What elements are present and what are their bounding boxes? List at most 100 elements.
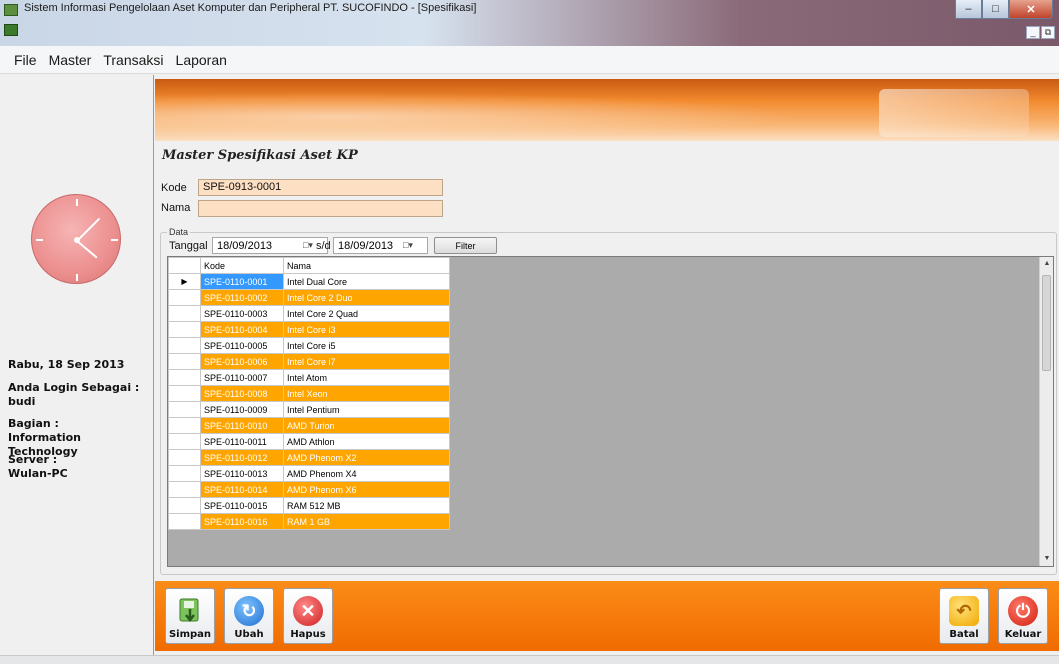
app-icon: [4, 4, 18, 16]
analog-clock-icon: [31, 194, 121, 284]
cell-nama[interactable]: Intel Core i5: [283, 337, 450, 354]
cell-nama[interactable]: Intel Xeon: [283, 385, 450, 402]
data-group-label: Data: [167, 227, 191, 237]
row-header[interactable]: [168, 353, 201, 370]
row-header[interactable]: [168, 289, 201, 306]
cell-nama[interactable]: AMD Turion: [283, 417, 450, 434]
clock-minute-hand: [76, 217, 101, 242]
row-header[interactable]: [168, 513, 201, 530]
table-row[interactable]: SPE-0110-0013 AMD Phenom X4: [168, 465, 450, 482]
cell-nama[interactable]: RAM 512 MB: [283, 497, 450, 514]
row-header[interactable]: [168, 321, 201, 338]
minimize-button[interactable]: –: [955, 0, 982, 19]
row-header[interactable]: [168, 465, 201, 482]
filter-button[interactable]: Filter: [434, 237, 497, 254]
cell-kode[interactable]: SPE-0110-0009: [200, 401, 284, 418]
date-from-picker[interactable]: 18/09/2013 □▾: [212, 237, 328, 254]
title-bar: Sistem Informasi Pengelolaan Aset Komput…: [0, 0, 1059, 46]
cell-nama[interactable]: Intel Core i7: [283, 353, 450, 370]
scroll-up-icon[interactable]: ▲: [1040, 257, 1053, 271]
table-row[interactable]: SPE-0110-0004 Intel Core i3: [168, 321, 450, 338]
table-row[interactable]: SPE-0110-0012 AMD Phenom X2: [168, 449, 450, 466]
cell-kode[interactable]: SPE-0110-0014: [200, 481, 284, 498]
column-header-kode[interactable]: Kode: [200, 257, 284, 274]
cell-nama[interactable]: AMD Phenom X4: [283, 465, 450, 482]
cell-kode[interactable]: SPE-0110-0007: [200, 369, 284, 386]
row-header[interactable]: [168, 449, 201, 466]
cell-nama[interactable]: Intel Core 2 Quad: [283, 305, 450, 322]
cell-kode[interactable]: SPE-0110-0015: [200, 497, 284, 514]
row-header[interactable]: [168, 497, 201, 514]
menu-master[interactable]: Master: [43, 52, 98, 68]
keluar-button[interactable]: ⏻ Keluar: [998, 588, 1048, 644]
cell-kode[interactable]: SPE-0110-0004: [200, 321, 284, 338]
cell-kode[interactable]: SPE-0110-0013: [200, 465, 284, 482]
cell-nama[interactable]: Intel Atom: [283, 369, 450, 386]
cell-kode[interactable]: SPE-0110-0010: [200, 417, 284, 434]
date-to-picker[interactable]: 18/09/2013 □▾: [333, 237, 428, 254]
batal-button[interactable]: ↶ Batal: [939, 588, 989, 644]
cell-kode[interactable]: SPE-0110-0006: [200, 353, 284, 370]
cell-kode[interactable]: SPE-0110-0001: [200, 273, 284, 290]
cell-kode[interactable]: SPE-0110-0003: [200, 305, 284, 322]
cell-kode[interactable]: SPE-0110-0008: [200, 385, 284, 402]
table-row[interactable]: SPE-0110-0005 Intel Core i5: [168, 337, 450, 354]
table-row[interactable]: SPE-0110-0009 Intel Pentium: [168, 401, 450, 418]
cell-nama[interactable]: Intel Pentium: [283, 401, 450, 418]
mdi-restore-button[interactable]: ⧉: [1041, 26, 1055, 39]
cell-kode[interactable]: SPE-0110-0005: [200, 337, 284, 354]
kode-field[interactable]: SPE-0913-0001: [198, 179, 443, 196]
cell-nama[interactable]: RAM 1 GB: [283, 513, 450, 530]
cell-nama[interactable]: AMD Phenom X2: [283, 449, 450, 466]
row-header[interactable]: [168, 401, 201, 418]
clock-center: [74, 237, 80, 243]
scroll-thumb[interactable]: [1042, 275, 1051, 371]
mdi-child-icon[interactable]: [4, 24, 18, 36]
row-header[interactable]: [168, 417, 201, 434]
table-row[interactable]: SPE-0110-0008 Intel Xeon: [168, 385, 450, 402]
data-grid[interactable]: Kode Nama ▶ SPE-0110-0001 Intel Dual Core …: [167, 256, 1054, 567]
table-row[interactable]: SPE-0110-0015 RAM 512 MB: [168, 497, 450, 514]
row-header[interactable]: [168, 337, 201, 354]
table-row[interactable]: SPE-0110-0011 AMD Athlon: [168, 433, 450, 450]
cell-nama[interactable]: Intel Dual Core: [283, 273, 450, 290]
grid-vertical-scrollbar[interactable]: ▲ ▼: [1039, 257, 1053, 566]
row-header[interactable]: [168, 369, 201, 386]
simpan-button[interactable]: Simpan: [165, 588, 215, 644]
table-row[interactable]: SPE-0110-0016 RAM 1 GB: [168, 513, 450, 530]
column-header-nama[interactable]: Nama: [283, 257, 450, 274]
row-header[interactable]: [168, 385, 201, 402]
table-row[interactable]: SPE-0110-0006 Intel Core i7: [168, 353, 450, 370]
row-header[interactable]: [168, 305, 201, 322]
row-header[interactable]: [168, 481, 201, 498]
maximize-button[interactable]: □: [982, 0, 1009, 19]
ubah-button[interactable]: ↻ Ubah: [224, 588, 274, 644]
table-row[interactable]: SPE-0110-0010 AMD Turion: [168, 417, 450, 434]
nama-field[interactable]: [198, 200, 443, 217]
cell-kode[interactable]: SPE-0110-0011: [200, 433, 284, 450]
row-header[interactable]: [168, 433, 201, 450]
menu-laporan[interactable]: Laporan: [170, 52, 233, 68]
cell-nama[interactable]: Intel Core i3: [283, 321, 450, 338]
mdi-minimize-button[interactable]: _: [1026, 26, 1040, 39]
table-row[interactable]: ▶ SPE-0110-0001 Intel Dual Core: [168, 273, 450, 290]
menu-transaksi[interactable]: Transaksi: [97, 52, 169, 68]
cell-nama[interactable]: AMD Athlon: [283, 433, 450, 450]
table-row[interactable]: SPE-0110-0014 AMD Phenom X6: [168, 481, 450, 498]
undo-icon: ↶: [949, 596, 979, 626]
hapus-button[interactable]: ✕ Hapus: [283, 588, 333, 644]
cell-nama[interactable]: AMD Phenom X6: [283, 481, 450, 498]
cell-kode[interactable]: SPE-0110-0012: [200, 449, 284, 466]
calendar-dropdown-icon[interactable]: □▾: [403, 240, 423, 251]
close-button[interactable]: ✕: [1009, 0, 1053, 19]
table-row[interactable]: SPE-0110-0003 Intel Core 2 Quad: [168, 305, 450, 322]
menu-file[interactable]: File: [8, 52, 43, 68]
table-row[interactable]: SPE-0110-0002 Intel Core 2 Duo: [168, 289, 450, 306]
clock-tick: [36, 239, 43, 241]
scroll-down-icon[interactable]: ▼: [1040, 552, 1053, 566]
cell-kode[interactable]: SPE-0110-0016: [200, 513, 284, 530]
action-toolbar: Simpan ↻ Ubah ✕ Hapus ↶ Batal ⏻ Keluar: [155, 581, 1059, 651]
table-row[interactable]: SPE-0110-0007 Intel Atom: [168, 369, 450, 386]
cell-kode[interactable]: SPE-0110-0002: [200, 289, 284, 306]
cell-nama[interactable]: Intel Core 2 Duo: [283, 289, 450, 306]
